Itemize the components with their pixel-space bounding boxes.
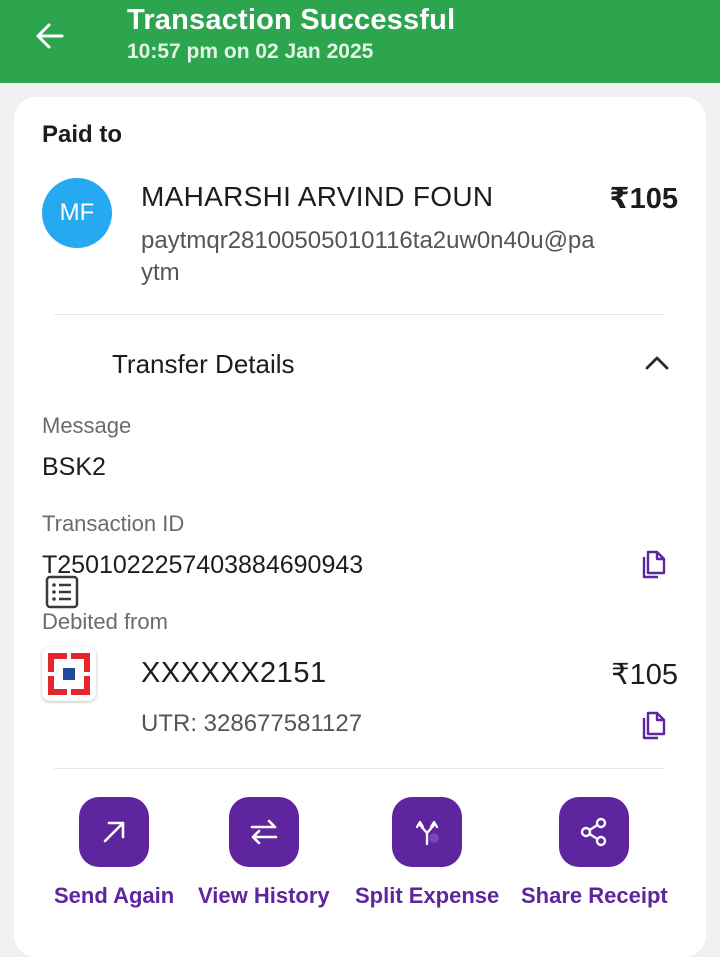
share-receipt-icon-button[interactable]	[559, 797, 630, 867]
send-again-icon-button[interactable]	[79, 797, 150, 867]
share-icon	[581, 817, 607, 847]
top-bar: Transaction Successful 10:57 pm on 02 Ja…	[0, 0, 720, 83]
arrow-up-right-icon	[103, 821, 125, 843]
action-bar: Send Again View History Split Expense Sh…	[14, 797, 706, 917]
payee-upi-id: paytmqr28100505010116ta2uw0n40u@paytm	[141, 227, 595, 286]
view-history-label: View History	[198, 883, 330, 908]
copy-transaction-id-icon[interactable]	[638, 549, 668, 579]
transaction-card: Paid to MF MAHARSHI ARVIND FOUN ₹105 pay…	[14, 97, 706, 957]
view-history-icon-button[interactable]	[228, 797, 299, 867]
payee-name: MAHARSHI ARVIND FOUN	[141, 181, 494, 212]
message-value: BSK2	[42, 453, 106, 481]
send-again-label: Send Again	[54, 883, 175, 908]
utr-number[interactable]: UTR: 328677581127	[141, 710, 362, 738]
chevron-up-icon	[645, 356, 669, 370]
payment-amount: ₹105	[609, 183, 678, 215]
transfer-details-toggle[interactable]: Transfer Details	[14, 327, 706, 609]
divider	[54, 768, 664, 769]
debited-amount: ₹105	[611, 659, 678, 691]
share-receipt-label: Share Receipt	[521, 883, 668, 908]
message-label: Message	[42, 413, 132, 438]
transaction-id-value[interactable]: T2501022257403884690943	[42, 551, 363, 580]
swap-arrows-icon	[250, 819, 278, 845]
transaction-id-label: Transaction ID	[42, 511, 185, 536]
debited-from-label: Debited from	[42, 609, 168, 634]
copy-utr-icon[interactable]	[638, 710, 668, 740]
split-expense-label: Split Expense	[355, 883, 500, 908]
bank-logo	[42, 647, 96, 701]
back-button[interactable]	[30, 16, 70, 56]
bank-logo-icon	[48, 653, 90, 695]
divider	[54, 314, 664, 315]
avatar: MF	[42, 178, 112, 248]
transfer-details-label: Transfer Details	[112, 349, 295, 379]
split-expense-button[interactable]: Split Expense	[355, 797, 499, 909]
page-title: Transaction Successful	[127, 4, 456, 36]
split-icon	[416, 820, 440, 846]
paid-to-label: Paid to	[42, 121, 123, 148]
view-history-button[interactable]: View History	[198, 797, 330, 909]
split-expense-icon-button[interactable]	[392, 797, 463, 867]
send-again-button[interactable]: Send Again	[54, 797, 174, 909]
arrow-left-icon	[36, 23, 64, 49]
receipt-list-icon	[45, 575, 79, 609]
debited-account: XXXXXX2151	[141, 657, 327, 689]
transaction-timestamp: 10:57 pm on 02 Jan 2025	[127, 40, 374, 63]
share-receipt-button[interactable]: Share Receipt	[521, 797, 668, 909]
